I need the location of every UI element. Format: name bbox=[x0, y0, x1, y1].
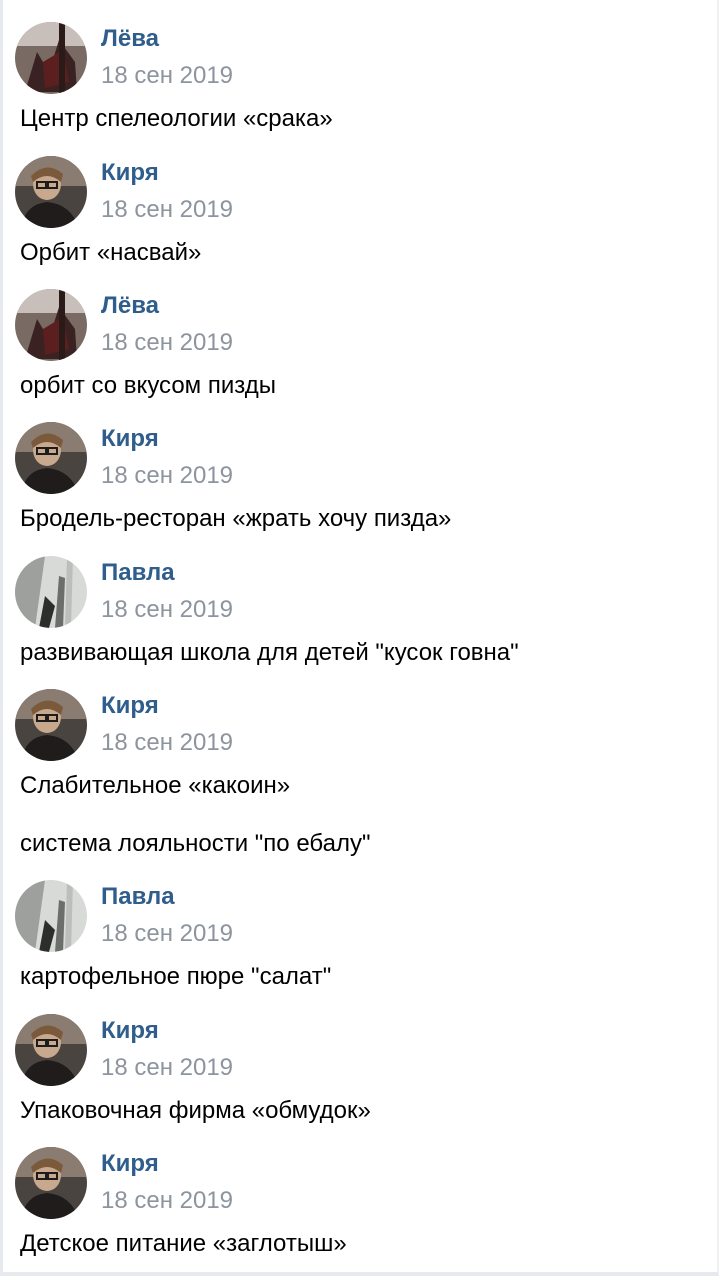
message-date[interactable]: 18 сен 2019 bbox=[101, 728, 233, 758]
message-date[interactable]: 18 сен 2019 bbox=[101, 328, 233, 358]
leva-avatar-icon[interactable] bbox=[15, 22, 87, 94]
message-author[interactable]: Лёва bbox=[101, 24, 159, 54]
message-text: картофельное пюре "салат" bbox=[20, 963, 332, 990]
message-date[interactable]: 18 сен 2019 bbox=[101, 1053, 233, 1083]
message-author[interactable]: Киря bbox=[101, 1016, 159, 1046]
pavla-avatar-icon[interactable] bbox=[15, 556, 87, 628]
message-date[interactable]: 18 сен 2019 bbox=[101, 1186, 233, 1216]
message-text: Упаковочная фирма «обмудок» bbox=[20, 1097, 371, 1124]
message-author[interactable]: Лёва bbox=[101, 291, 159, 321]
message-date[interactable]: 18 сен 2019 bbox=[101, 195, 233, 225]
kirya-avatar-icon[interactable] bbox=[15, 422, 87, 494]
message-text: Детское питание «заглотыш» bbox=[20, 1230, 347, 1257]
message-text: Бродель-ресторан «жрать хочу пизда» bbox=[20, 505, 452, 532]
message-date[interactable]: 18 сен 2019 bbox=[101, 61, 233, 91]
leva-avatar-icon[interactable] bbox=[15, 289, 87, 361]
message-text: Слабительное «какоин» bbox=[20, 772, 291, 799]
message-author[interactable]: Павла bbox=[101, 558, 175, 588]
message-date[interactable]: 18 сен 2019 bbox=[101, 461, 233, 491]
message-text: Центр спелеологии «срака» bbox=[20, 105, 333, 132]
message-feed: Лёва 18 сен 2019 Центр спелеологии «срак… bbox=[0, 0, 719, 1276]
message-text: система лояльности "по ебалу" bbox=[20, 830, 371, 857]
kirya-avatar-icon[interactable] bbox=[15, 156, 87, 228]
message-text: орбит со вкусом пизды bbox=[20, 372, 276, 399]
message-author[interactable]: Киря bbox=[101, 158, 159, 188]
kirya-avatar-icon[interactable] bbox=[15, 1014, 87, 1086]
kirya-avatar-icon[interactable] bbox=[15, 689, 87, 761]
message-author[interactable]: Киря bbox=[101, 1149, 159, 1179]
kirya-avatar-icon[interactable] bbox=[15, 1147, 87, 1219]
message-author[interactable]: Павла bbox=[101, 882, 175, 912]
message-author[interactable]: Киря bbox=[101, 424, 159, 454]
pavla-avatar-icon[interactable] bbox=[15, 880, 87, 952]
message-text: Орбит «насвай» bbox=[20, 239, 202, 266]
message-date[interactable]: 18 сен 2019 bbox=[101, 919, 233, 949]
message-author[interactable]: Киря bbox=[101, 691, 159, 721]
message-date[interactable]: 18 сен 2019 bbox=[101, 595, 233, 625]
message-text: развивающая школа для детей "кусок говна… bbox=[20, 639, 519, 666]
